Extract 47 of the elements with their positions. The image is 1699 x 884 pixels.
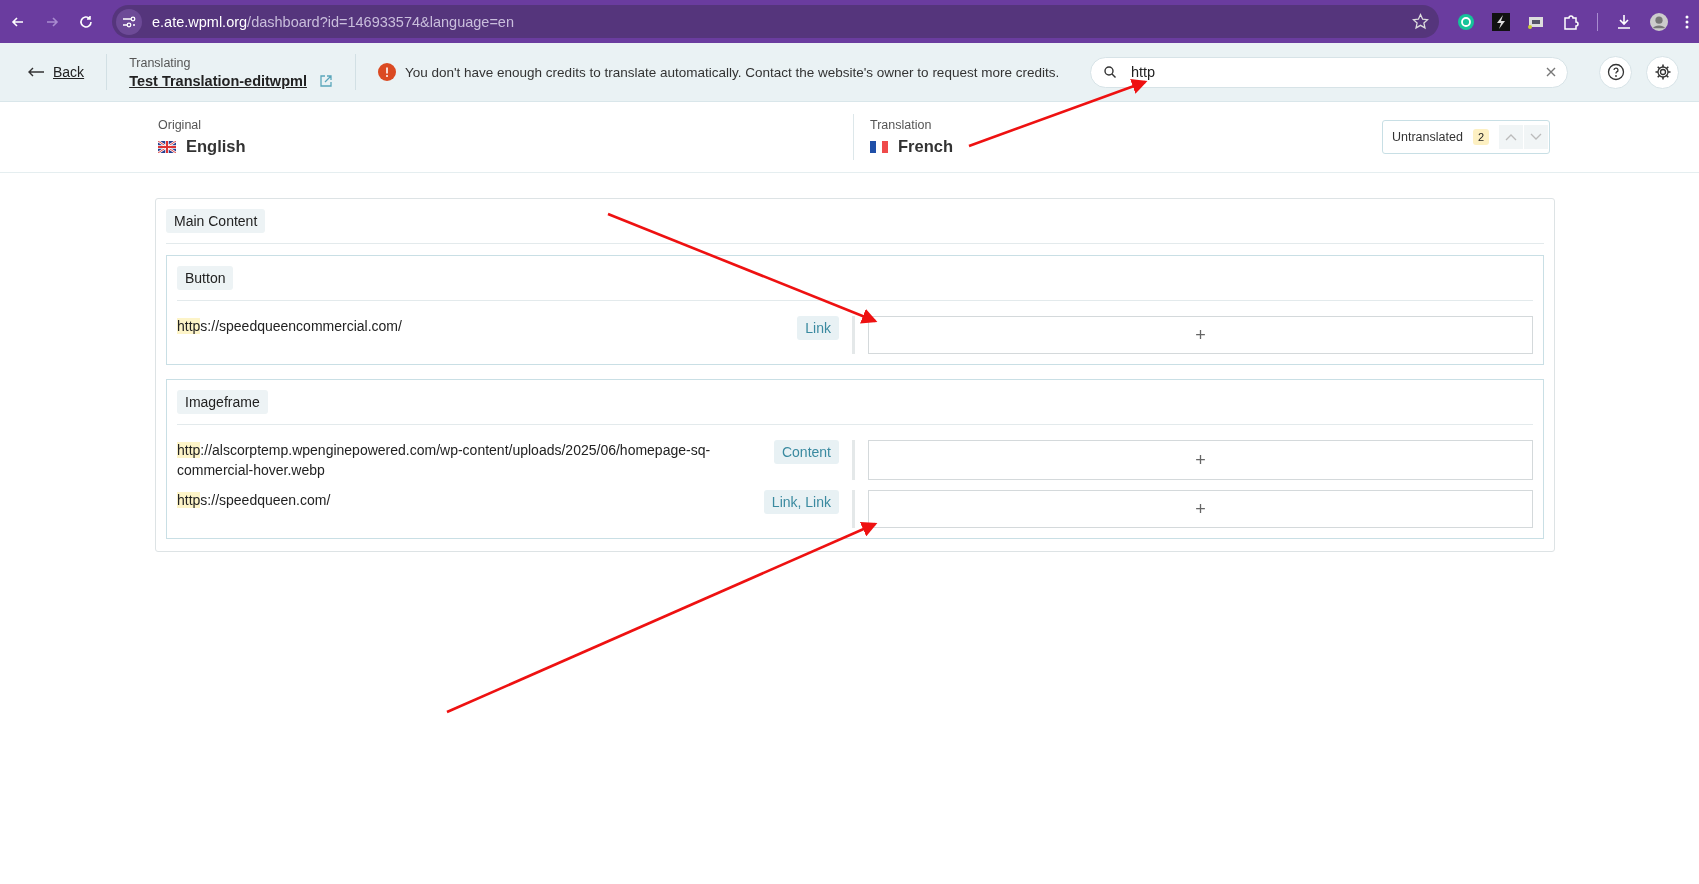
translation-field[interactable]: + [868, 316, 1533, 354]
lightning-icon[interactable] [1492, 12, 1510, 31]
search-icon [1103, 65, 1117, 79]
source-text: https://speedqueencommercial.com/ [177, 317, 402, 336]
source-text: http://alscorptemp.wpenginepowered.com/wp-content/uploads/2025/06/homepage-sq-commercial-hover.webp [177, 441, 712, 480]
translation-language: French [898, 137, 953, 156]
site-settings-icon[interactable] [116, 8, 142, 35]
back-link[interactable]: Back [53, 64, 85, 80]
avatar-icon[interactable] [1650, 12, 1668, 31]
section-title: Imageframe [177, 390, 268, 414]
original-label: Original [158, 118, 203, 132]
address-bar[interactable]: e.ate.wpml.org/dashboard?id=146933574&language=en [112, 5, 1439, 38]
source-text: https://speedqueen.com/ [177, 491, 331, 510]
star-icon[interactable] [1412, 13, 1429, 30]
section-title: Button [177, 266, 234, 290]
segment-tag: Link, Link [763, 490, 839, 514]
close-icon[interactable] [1545, 66, 1557, 78]
chevron-up-icon [1505, 133, 1517, 141]
french-flag-icon [870, 140, 888, 153]
segment-tag: Link [797, 316, 839, 340]
help-icon [1606, 63, 1625, 81]
settings-button[interactable] [1646, 55, 1679, 89]
back-arrow-icon[interactable] [27, 67, 45, 77]
url-text: e.ate.wpml.org/dashboard?id=146933574&language=en [152, 13, 515, 30]
settings-icon [1653, 63, 1672, 81]
segment-tag: Content [773, 440, 839, 464]
reload-icon[interactable] [78, 13, 94, 30]
translation-field[interactable]: + [868, 490, 1533, 528]
section-title: Main Content [166, 209, 266, 233]
menu-icon[interactable] [1685, 13, 1689, 30]
extension-icon[interactable] [1457, 12, 1475, 31]
uk-flag-icon [158, 140, 176, 153]
help-button[interactable] [1599, 55, 1632, 89]
original-language: English [186, 137, 246, 156]
translating-label: Translating [129, 55, 192, 70]
search-bar[interactable]: http [1090, 56, 1568, 88]
job-title-link[interactable]: Test Translation-editwpml [129, 72, 307, 89]
warning-icon [377, 63, 396, 81]
download-icon[interactable] [1615, 12, 1633, 31]
puzzle-icon[interactable] [1562, 12, 1580, 31]
translation-label: Translation [870, 118, 933, 132]
filter-label: Untranslated [1392, 130, 1463, 144]
credits-warning-text: You don't have enough credits to translate automatically. Contact the website's owner to request more credits. [404, 64, 1060, 80]
search-field[interactable]: http [1129, 63, 1533, 81]
translation-field[interactable]: + [868, 440, 1533, 480]
count-badge: 2 [1472, 129, 1489, 145]
chevron-down-icon [1530, 133, 1542, 141]
